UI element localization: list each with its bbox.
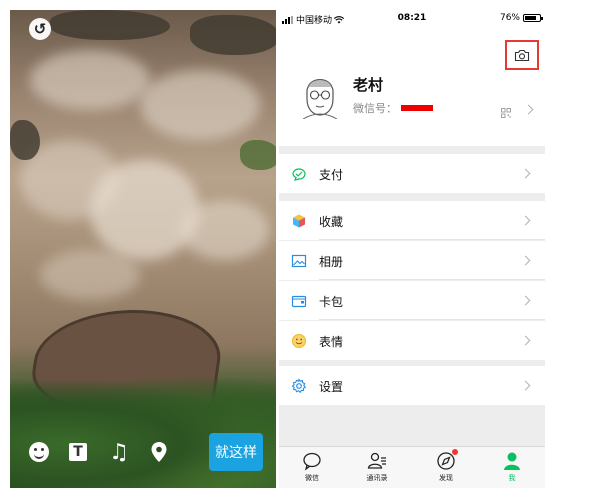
chat-bubble-icon [302,451,322,471]
tab-label: 发现 [439,474,453,482]
wallet-check-icon [292,168,306,181]
card-wallet-icon [291,295,307,308]
smiley-icon[interactable] [29,442,49,462]
menu-item-settings[interactable]: 设置 [279,366,545,405]
menu-item-stickers[interactable]: 表情 [279,321,545,360]
camera-icon [514,49,530,61]
chevron-right-icon [520,215,531,226]
menu-item-pay[interactable]: 支付 [279,154,545,193]
bottom-tab-bar: 微信 通讯录 发现 我 [279,446,545,488]
tab-chats[interactable]: 微信 [287,451,337,483]
menu-label-favorites: 收藏 [319,215,344,229]
menu-label-pay: 支付 [319,168,344,182]
battery-icon [523,14,543,22]
contacts-icon [367,451,387,471]
chevron-right-icon [520,335,531,346]
tab-contacts[interactable]: 通讯录 [352,451,402,483]
person-icon [502,451,522,471]
redacted-mark [401,105,433,111]
status-bar: 中国移动 08:21 76% [279,10,545,26]
menu-item-cards[interactable]: 卡包 [279,281,545,320]
avatar[interactable] [297,71,343,120]
tab-discover[interactable]: 发现 [421,449,471,483]
cube-icon [293,214,305,228]
photo-icon [291,254,307,268]
music-note-icon[interactable]: ♫ [108,440,130,465]
location-pin-icon[interactable] [150,441,168,463]
done-button[interactable]: 就这样 [209,433,263,471]
tab-me[interactable]: 我 [487,451,537,483]
wechat-me-screen: 中国移动 08:21 76% 老村 微信号： 支付 收藏 相册 卡包 表情 设置… [279,10,545,488]
compass-icon [436,449,458,471]
text-T-icon[interactable]: T [69,443,87,461]
menu-label-stickers: 表情 [319,335,344,349]
chevron-right-icon [523,104,534,115]
wechat-id: 微信号： [353,100,433,116]
notification-badge [452,449,458,455]
profile-card[interactable]: 老村 微信号： [279,26,545,146]
wechat-id-label: 微信号： [353,102,397,115]
smiley-face-icon [292,334,306,348]
chevron-right-icon [520,168,531,179]
chevron-right-icon [520,295,531,306]
tab-label: 微信 [305,474,319,482]
qr-code-icon[interactable] [501,103,511,118]
undo-arrow-icon[interactable]: ↺ [29,18,51,40]
video-editor-panel: ↺ T ♫ 就这样 [10,10,276,488]
chevron-right-icon [520,380,531,391]
menu-label-settings: 设置 [319,380,344,394]
chevron-right-icon [520,255,531,266]
tab-label: 通讯录 [366,474,388,482]
menu-item-album[interactable]: 相册 [279,241,545,280]
tab-label: 我 [508,474,516,482]
gear-icon [291,378,307,394]
menu-label-album: 相册 [319,255,344,269]
profile-name: 老村 [353,76,384,94]
menu-label-cards: 卡包 [319,295,344,309]
camera-button[interactable] [505,40,539,70]
battery-percent: 76% [499,13,520,23]
menu-item-favorites[interactable]: 收藏 [279,201,545,240]
